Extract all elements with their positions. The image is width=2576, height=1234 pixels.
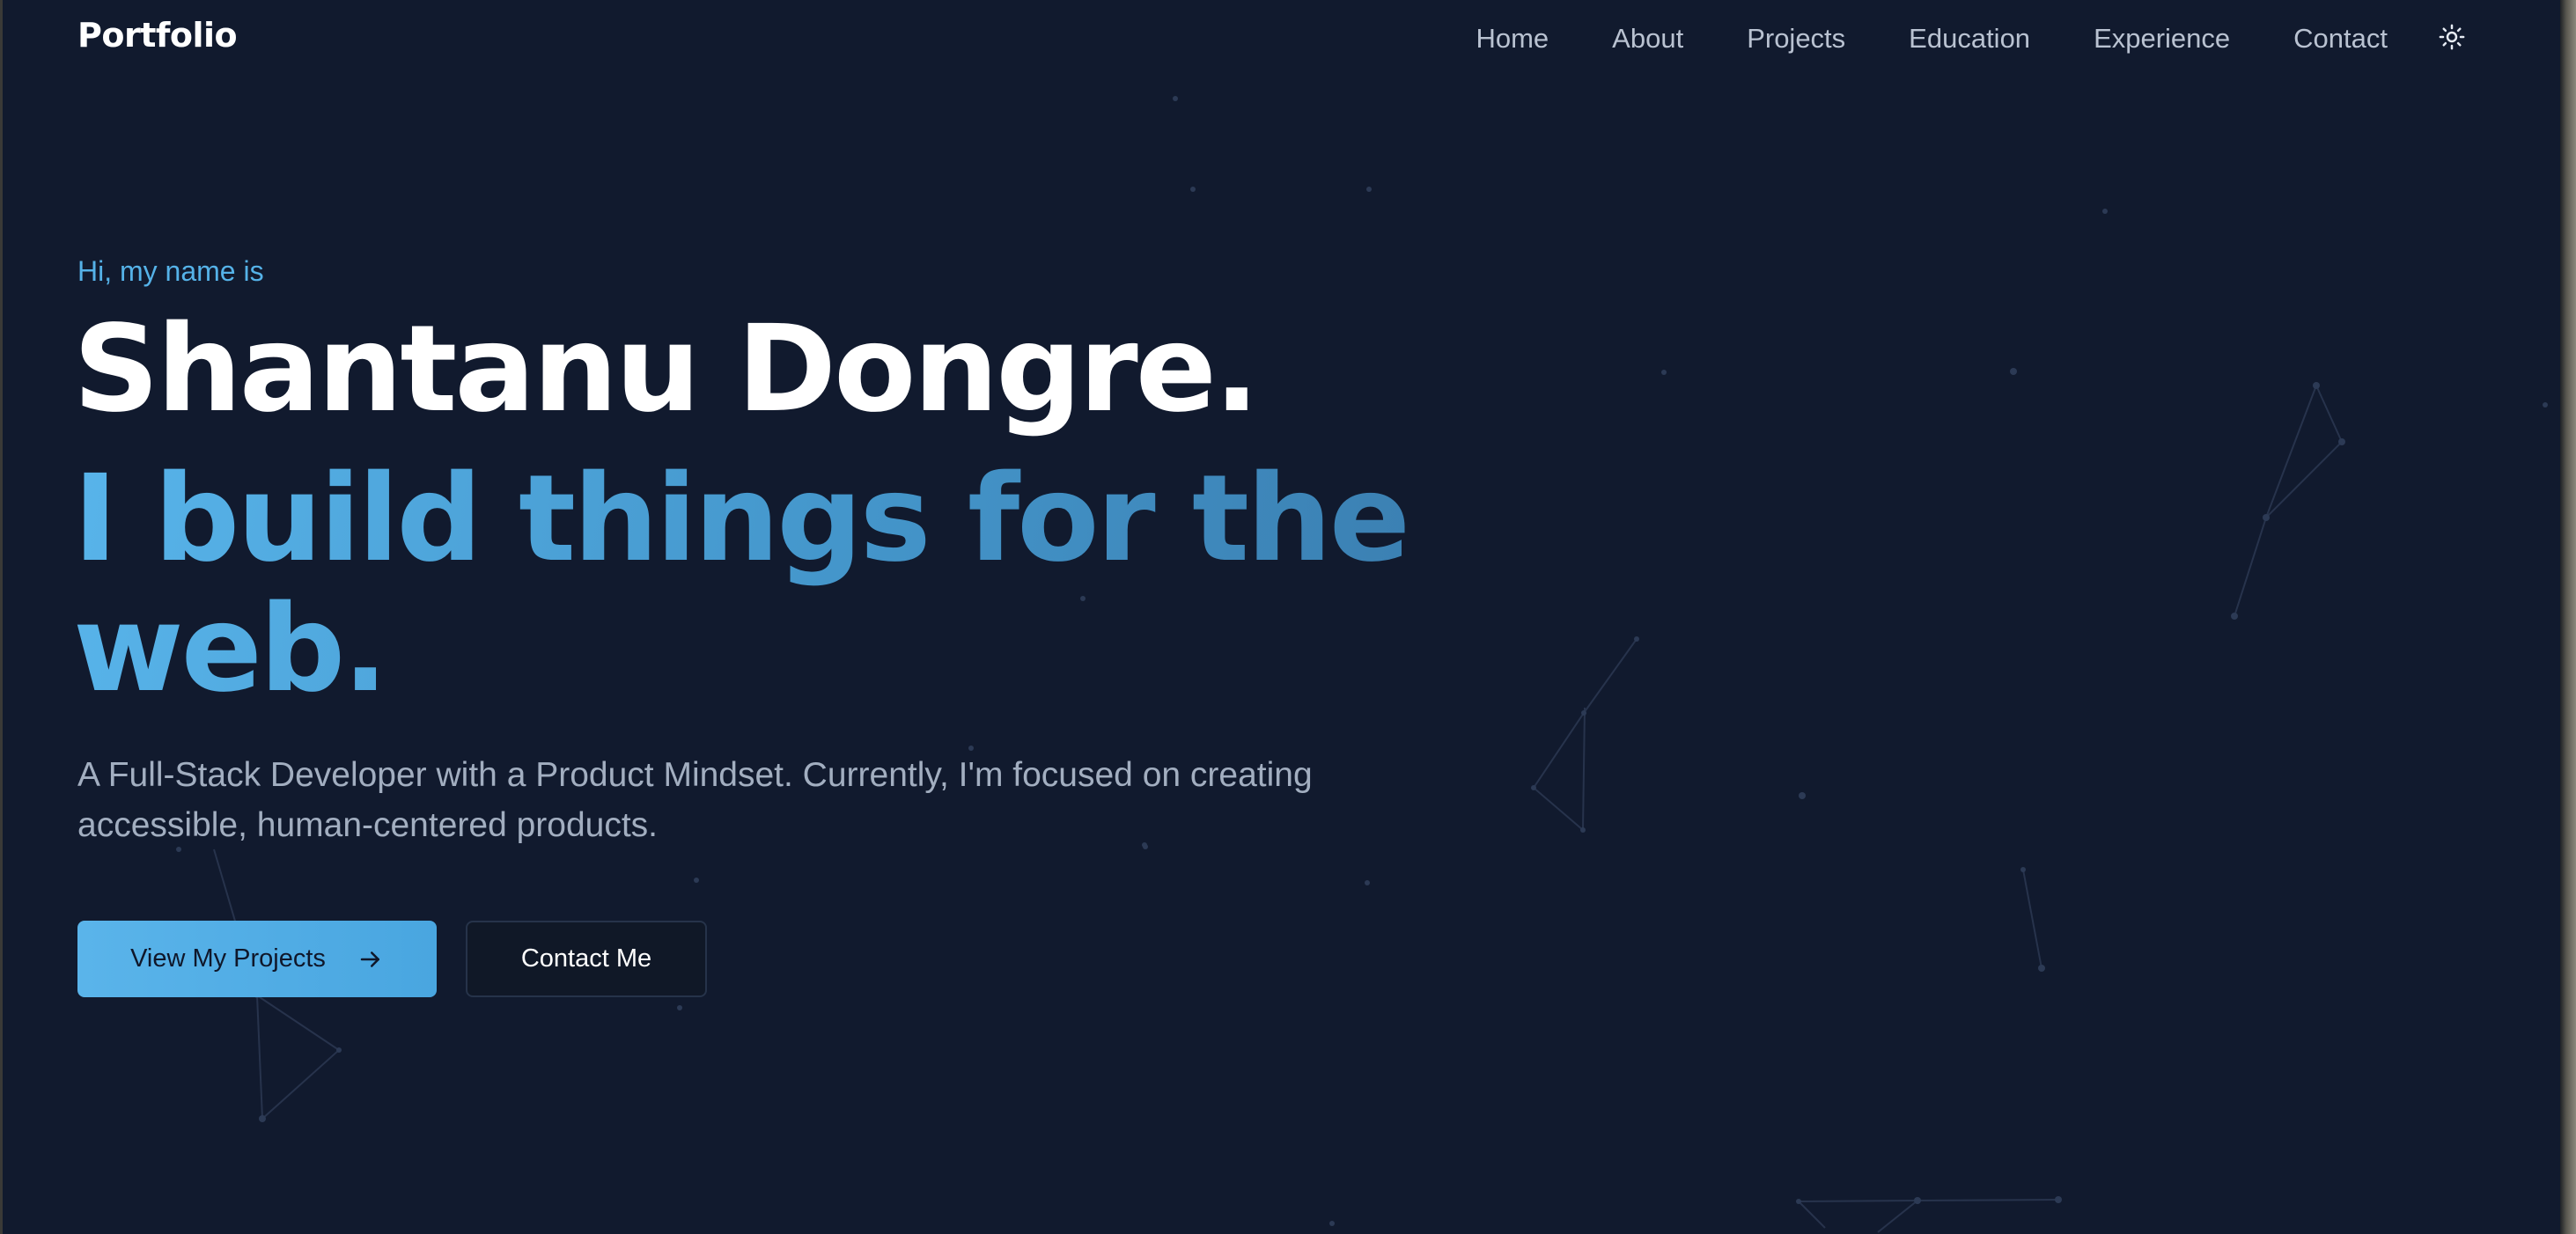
window-edge: [2560, 0, 2576, 1234]
nav-link-contact[interactable]: Contact: [2293, 23, 2388, 55]
brand-logo[interactable]: Portfolio: [77, 16, 238, 55]
main-nav: Home About Projects Education Experience…: [1476, 23, 2388, 55]
contact-me-button[interactable]: Contact Me: [466, 921, 707, 997]
hero-description: A Full-Stack Developer with a Product Mi…: [77, 756, 1313, 844]
nav-link-experience[interactable]: Experience: [2094, 23, 2230, 55]
hero-name: Shantanu Dongre.: [73, 300, 1260, 439]
nav-link-projects[interactable]: Projects: [1747, 23, 1845, 55]
arrow-right-icon: [357, 946, 384, 973]
nav-link-home[interactable]: Home: [1476, 23, 1549, 55]
theme-toggle-button[interactable]: [2436, 21, 2468, 53]
view-projects-button[interactable]: View My Projects: [77, 921, 437, 997]
nav-link-about[interactable]: About: [1612, 23, 1683, 55]
hero-intro: Hi, my name is: [77, 255, 264, 287]
sun-icon: [2439, 24, 2465, 50]
view-projects-label: View My Projects: [130, 944, 326, 973]
portfolio-page: Portfolio Home About Projects Education …: [3, 0, 2560, 1234]
hero-tagline: I build things for the web.: [73, 454, 1446, 715]
nav-link-education[interactable]: Education: [1909, 23, 2030, 55]
contact-me-label: Contact Me: [520, 944, 652, 973]
